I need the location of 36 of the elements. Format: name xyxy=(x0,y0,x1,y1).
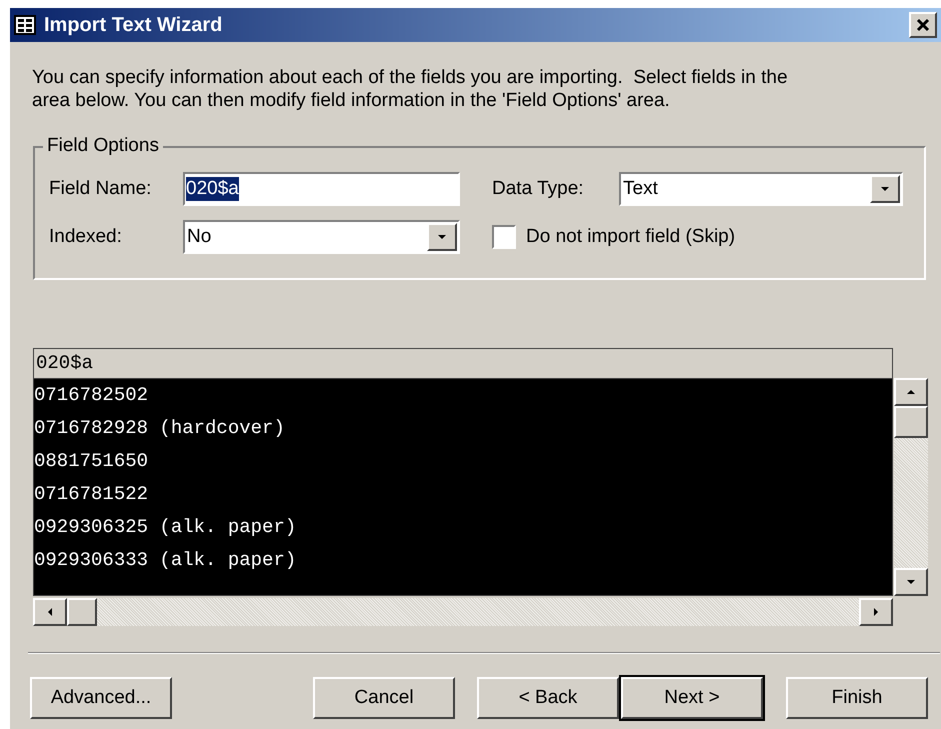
instruction-text: area below. You can then modify field information in the 'Field Options' area. xyxy=(32,89,671,112)
dialog-button[interactable]: Next > xyxy=(621,677,763,719)
horizontal-scrollbar[interactable] xyxy=(33,598,893,626)
field-label: Field Name: xyxy=(49,176,152,201)
table-icon xyxy=(14,15,36,35)
group-title: Field Options xyxy=(43,134,163,158)
scroll-thumb[interactable] xyxy=(894,406,928,438)
skip-checkbox[interactable] xyxy=(492,225,516,249)
data-row-text: 0716782502 xyxy=(34,383,150,408)
data-row-text: 0716782928 (hardcover) xyxy=(34,416,286,442)
data-row-text: 0881751650 xyxy=(34,449,150,474)
checkbox-label: Do not import field (Skip) xyxy=(526,224,736,249)
scroll-up-button[interactable] xyxy=(894,378,928,406)
dialog-button[interactable]: < Back xyxy=(477,677,619,719)
instruction-text: You can specify information about each of the fields you are importing. Select fields in the xyxy=(32,66,789,89)
vertical-scrollbar[interactable] xyxy=(894,378,928,596)
dropdown-field[interactable]: No xyxy=(183,220,460,254)
dialog-button[interactable]: Finish xyxy=(786,677,928,719)
scroll-thumb[interactable] xyxy=(67,598,97,626)
column-header[interactable]: 020$a xyxy=(34,349,892,379)
scroll-left-button[interactable] xyxy=(33,598,67,626)
data-row-text: 0716781522 xyxy=(34,482,150,508)
close-button[interactable] xyxy=(909,12,937,38)
scroll-right-button[interactable] xyxy=(859,598,893,626)
window-title: Import Text Wizard xyxy=(44,13,222,38)
dialog-button[interactable]: Cancel xyxy=(313,677,455,719)
close-icon xyxy=(916,18,930,32)
field-label: Indexed: xyxy=(49,224,123,249)
scroll-down-button[interactable] xyxy=(894,568,928,596)
data-row-text: 0929306325 (alk. paper) xyxy=(34,515,298,540)
data-row-text: 0929306333 (alk. paper) xyxy=(34,548,298,574)
field-label: Data Type: xyxy=(492,176,585,201)
dialog-button[interactable]: Advanced... xyxy=(30,677,172,719)
field-name-input[interactable]: 020$a xyxy=(183,172,460,206)
dropdown-field[interactable]: Text xyxy=(619,172,903,206)
data-preview[interactable]: 020$a 0716782502 0716782928 (hardcover) 0881751650 0716781522 0929306325 (alk. paper) 0929306333 (alk. paper) xyxy=(33,348,893,596)
